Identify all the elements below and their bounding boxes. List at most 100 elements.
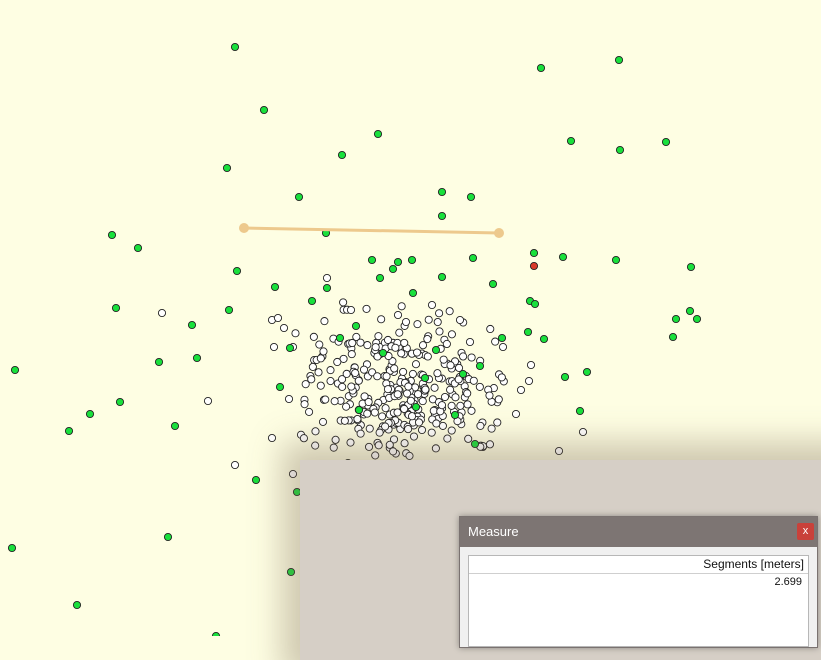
green-point — [575, 406, 585, 416]
white-point — [371, 451, 380, 460]
green-point — [367, 255, 377, 265]
green-point — [64, 426, 74, 436]
green-point — [111, 303, 121, 313]
green-point — [259, 105, 269, 115]
white-point — [351, 368, 360, 378]
green-point — [420, 373, 430, 383]
green-point — [497, 333, 507, 343]
green-point — [437, 187, 447, 197]
white-point — [311, 427, 320, 436]
white-point — [463, 389, 472, 398]
white-point — [320, 317, 329, 326]
white-point — [423, 334, 432, 344]
white-point — [314, 368, 323, 377]
green-point — [275, 382, 285, 392]
white-point — [417, 425, 427, 435]
white-point — [403, 389, 412, 398]
white-point — [377, 315, 386, 324]
green-point — [558, 252, 568, 262]
white-point — [267, 433, 277, 443]
white-point — [393, 390, 402, 399]
green-point — [560, 372, 570, 382]
white-point — [373, 372, 382, 381]
green-point — [335, 333, 345, 343]
white-point — [374, 441, 383, 450]
green-point — [536, 63, 546, 73]
white-point — [230, 460, 240, 470]
white-point — [354, 376, 363, 385]
white-point — [467, 353, 476, 362]
white-point — [288, 469, 298, 479]
white-point — [299, 434, 308, 443]
white-point — [307, 375, 316, 384]
white-point — [319, 347, 328, 356]
measure-window[interactable]: Measure x Segments [meters] 2.699 — [459, 516, 818, 648]
green-point — [154, 357, 164, 367]
white-point — [435, 309, 444, 318]
white-point — [418, 397, 427, 406]
segments-table[interactable]: Segments [meters] 2.699 — [468, 555, 809, 647]
white-point — [371, 343, 380, 352]
white-point — [393, 310, 403, 320]
white-point — [412, 348, 422, 357]
white-point — [370, 408, 379, 417]
measure-titlebar[interactable]: Measure x — [460, 517, 817, 547]
green-point — [685, 306, 695, 316]
green-point — [582, 367, 592, 377]
white-point — [342, 369, 351, 378]
green-point — [686, 262, 696, 272]
white-point — [326, 377, 335, 386]
green-point — [411, 402, 421, 412]
white-point — [381, 422, 390, 431]
green-point — [375, 273, 385, 283]
green-point — [466, 192, 476, 202]
white-point — [284, 394, 294, 404]
green-point — [10, 365, 20, 375]
white-point — [437, 401, 447, 410]
green-point — [408, 288, 418, 298]
white-point — [446, 385, 455, 394]
white-point — [443, 434, 452, 443]
green-point — [294, 192, 304, 202]
white-point — [326, 366, 335, 375]
white-point — [424, 315, 433, 324]
measure-segment-line[interactable] — [243, 226, 500, 235]
measure-end-handle[interactable] — [494, 228, 504, 238]
green-point — [378, 348, 388, 358]
white-point — [157, 308, 167, 318]
segment-row[interactable]: 2.699 — [469, 574, 808, 590]
white-point — [381, 404, 390, 413]
white-point — [469, 376, 478, 385]
green-point — [437, 272, 447, 282]
white-point — [364, 397, 373, 407]
green-point — [163, 532, 173, 542]
white-point — [382, 372, 391, 381]
green-point — [661, 137, 671, 147]
white-point — [363, 409, 372, 418]
green-point — [270, 282, 280, 292]
green-point — [437, 211, 447, 221]
white-point — [347, 350, 356, 359]
green-point — [470, 439, 480, 449]
measure-body: Segments [meters] 2.699 — [460, 547, 817, 647]
segments-column-header[interactable]: Segments [meters] — [469, 556, 808, 574]
measure-start-handle[interactable] — [239, 223, 249, 233]
white-point — [305, 407, 314, 416]
green-point — [222, 163, 232, 173]
white-point — [308, 362, 317, 371]
white-point — [269, 342, 279, 352]
white-point — [400, 338, 409, 347]
white-point — [464, 434, 473, 443]
green-point — [388, 264, 398, 274]
green-point — [468, 253, 478, 263]
white-point — [432, 419, 441, 428]
green-point — [615, 145, 625, 155]
red-points-layer — [529, 261, 539, 271]
green-point — [211, 631, 221, 636]
white-point — [399, 367, 408, 376]
close-button[interactable]: x — [797, 523, 814, 540]
white-point — [442, 339, 451, 349]
white-point — [203, 396, 213, 406]
white-point — [493, 418, 502, 427]
white-point — [491, 337, 500, 346]
